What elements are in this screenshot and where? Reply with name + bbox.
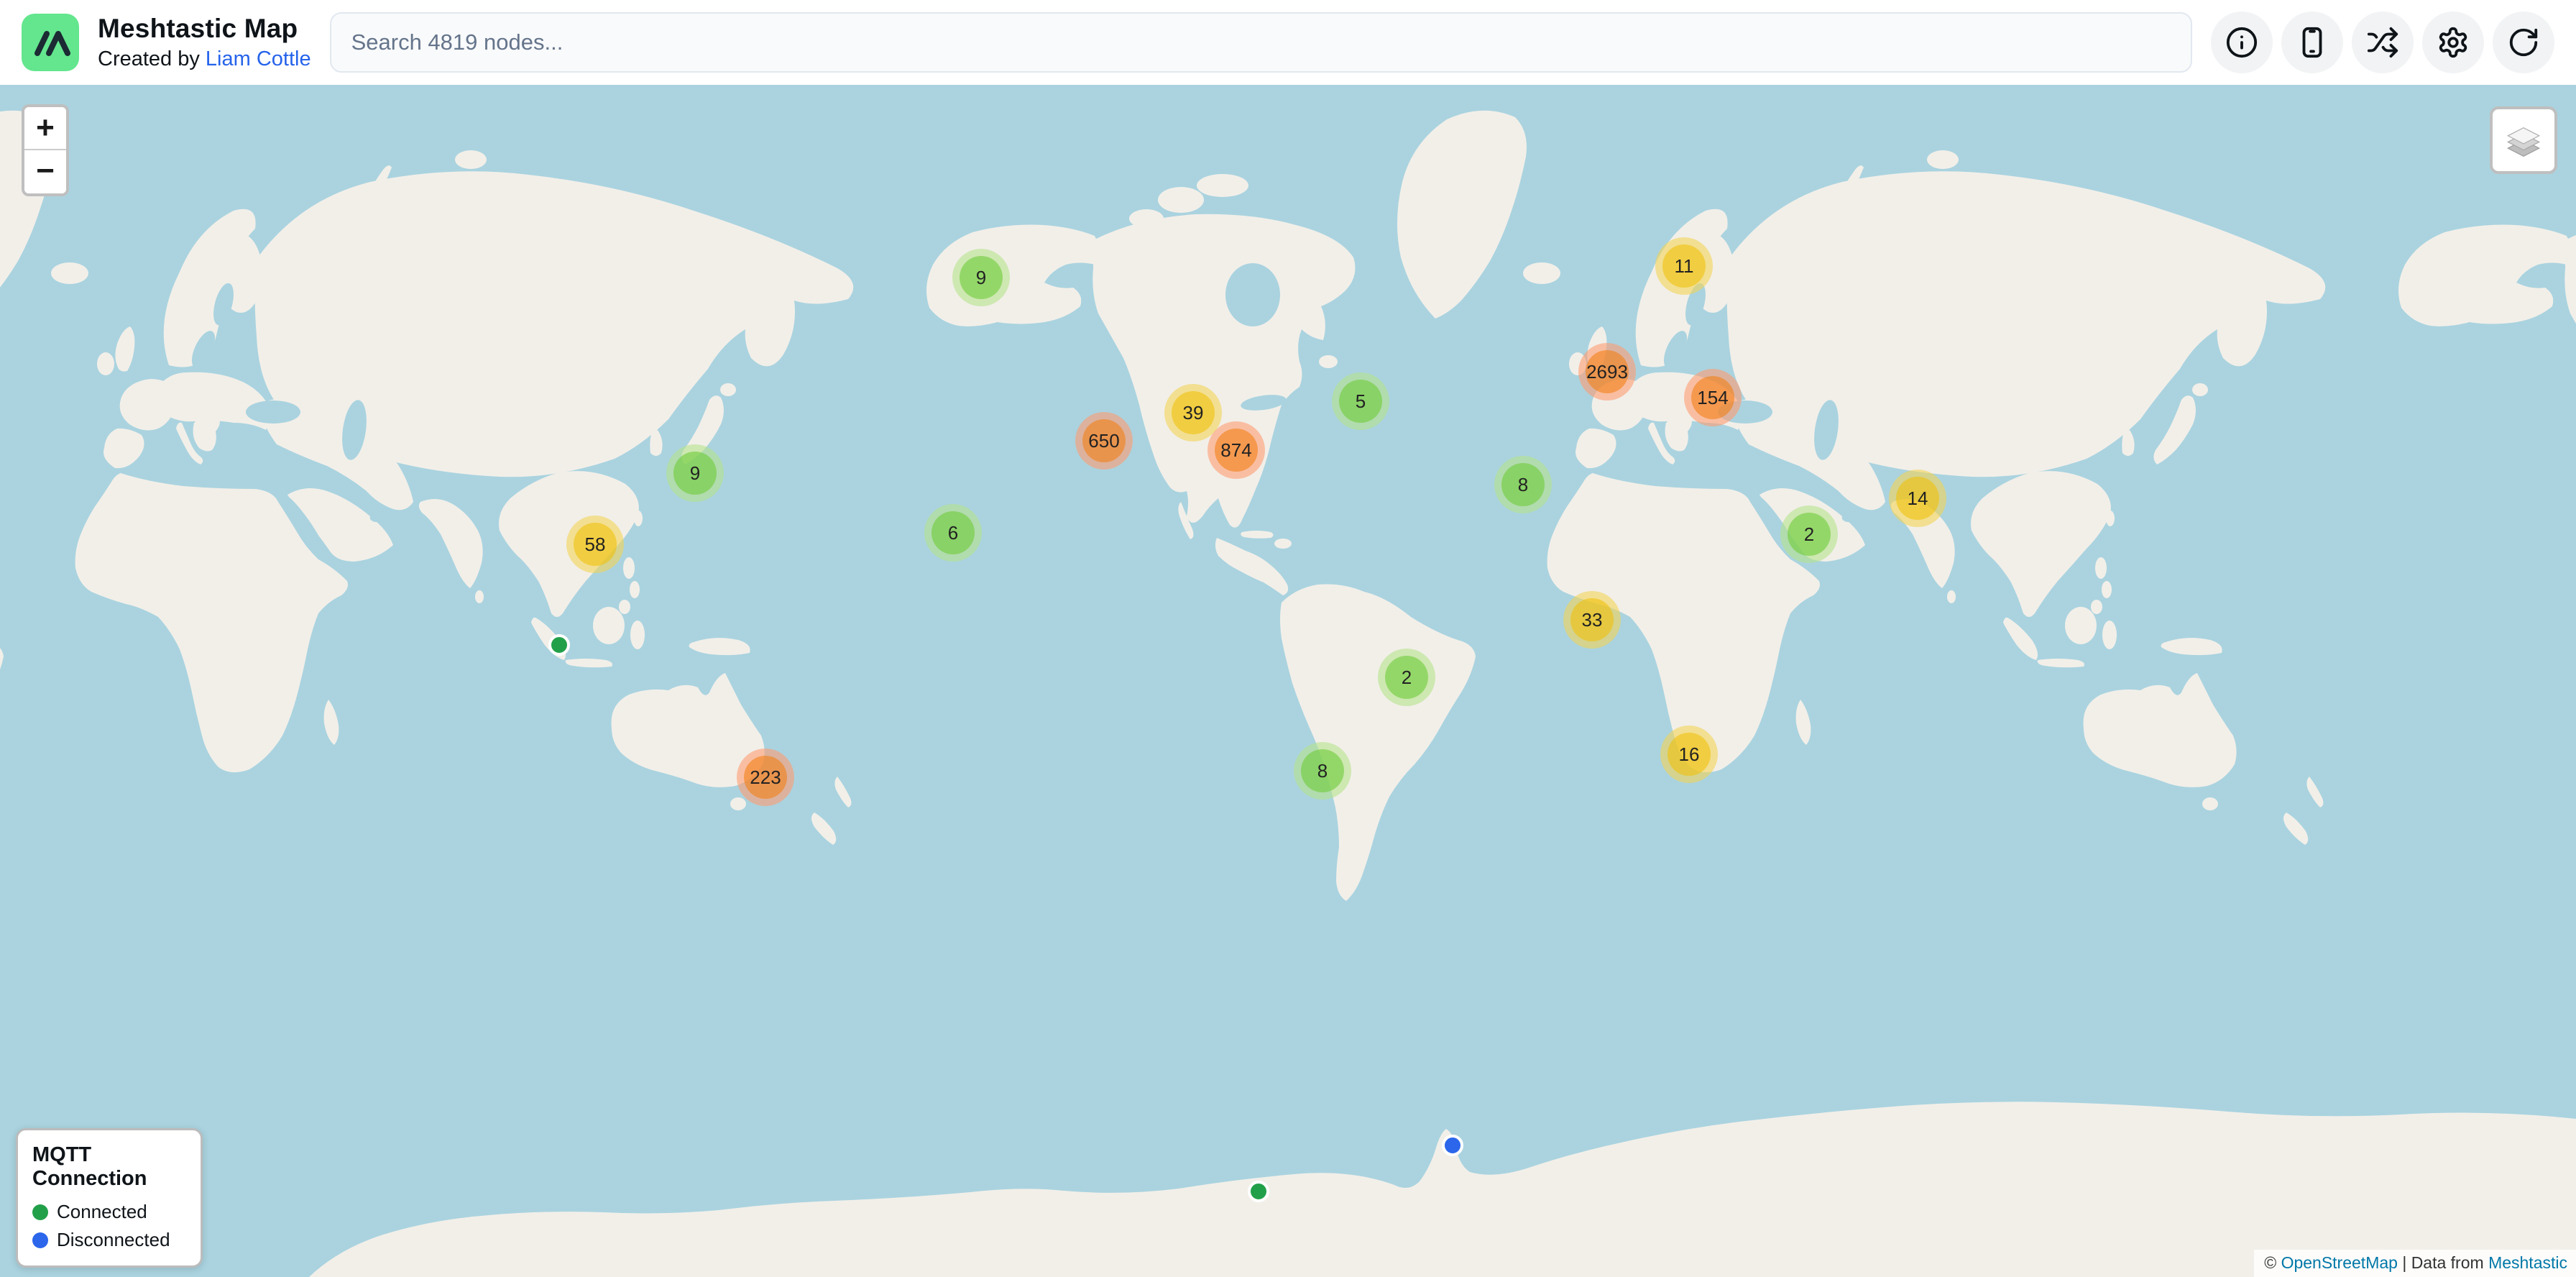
node-cluster[interactable]: 11 [1655,237,1713,295]
cluster-count: 39 [1172,391,1215,434]
attribution: © OpenStreetMap | Data from Meshtastic [2254,1250,2576,1277]
cluster-count: 14 [1896,477,1939,520]
cluster-count: 223 [744,756,787,799]
node-cluster[interactable]: 9 [952,249,1010,306]
node-cluster[interactable]: 223 [737,749,794,806]
shuffle-icon [2366,26,2399,59]
cluster-count: 9 [673,452,717,495]
gear-icon [2437,26,2470,59]
cluster-count: 6 [932,511,975,554]
node-cluster[interactable]: 33 [1563,591,1621,649]
node-cluster[interactable]: 874 [1208,421,1265,479]
cluster-count: 874 [1215,429,1258,472]
node-cluster[interactable]: 2 [1780,505,1838,563]
cluster-count: 650 [1082,419,1126,462]
node-cluster[interactable]: 14 [1889,470,1946,527]
app-header: Meshtastic Map Created by Liam Cottle [0,0,2576,85]
cluster-count: 16 [1668,733,1711,776]
node-cluster[interactable]: 8 [1294,742,1351,800]
cluster-count: 33 [1570,598,1614,641]
search-input[interactable] [330,12,2192,73]
settings-button[interactable] [2422,12,2484,73]
legend-dot-icon [32,1232,48,1248]
legend-dot-icon [32,1204,48,1220]
cluster-count: 2693 [1586,350,1629,393]
device-button[interactable] [2281,12,2343,73]
smartphone-icon [2296,26,2329,59]
info-icon [2225,26,2258,59]
page-title: Meshtastic Map [98,14,311,45]
zoom-in-button[interactable]: + [24,107,66,150]
legend-item: Disconnected [32,1229,186,1251]
node-cluster[interactable]: 6 [924,504,982,562]
cluster-count: 8 [1501,463,1545,506]
node-marker-connected[interactable] [1248,1181,1269,1202]
node-cluster[interactable]: 58 [566,516,624,573]
node-cluster[interactable]: 154 [1684,369,1742,426]
cluster-count: 2 [1385,656,1428,699]
random-node-button[interactable] [2352,12,2414,73]
header-buttons [2211,12,2554,73]
world-map-tiles [0,85,2576,1277]
node-marker-disconnected[interactable] [1442,1135,1463,1156]
node-cluster[interactable]: 8 [1494,456,1552,513]
info-button[interactable] [2211,12,2273,73]
node-cluster[interactable]: 9 [666,444,724,502]
byline: Created by Liam Cottle [98,47,311,71]
cluster-count: 9 [960,256,1003,299]
refresh-button[interactable] [2493,12,2554,73]
legend-label: Connected [57,1201,147,1223]
node-cluster[interactable]: 5 [1332,372,1389,430]
layers-icon [2501,118,2546,163]
zoom-control: + − [22,104,69,196]
cluster-count: 8 [1301,749,1344,792]
cluster-count: 154 [1691,376,1734,419]
meshtastic-logo-icon [22,14,79,71]
zoom-out-button[interactable]: − [24,150,66,193]
node-cluster[interactable]: 2 [1378,649,1435,706]
cluster-count: 58 [574,523,617,566]
layers-button[interactable] [2490,106,2557,174]
node-marker-connected[interactable] [548,634,570,656]
legend-item: Connected [32,1201,186,1223]
meshtastic-link[interactable]: Meshtastic [2488,1253,2567,1272]
osm-link[interactable]: OpenStreetMap [2281,1253,2398,1272]
author-link[interactable]: Liam Cottle [206,47,311,70]
node-cluster[interactable]: 2693 [1578,343,1636,401]
legend-title: MQTT Connection [32,1143,186,1191]
mqtt-legend: MQTT Connection Connected Disconnected [16,1128,203,1268]
cluster-count: 11 [1662,244,1706,288]
node-cluster[interactable]: 16 [1660,726,1718,783]
refresh-icon [2507,26,2540,59]
cluster-count: 5 [1339,380,1382,423]
cluster-count: 2 [1788,513,1831,556]
node-cluster[interactable]: 650 [1075,412,1133,470]
title-block: Meshtastic Map Created by Liam Cottle [98,14,311,71]
legend-label: Disconnected [57,1229,170,1251]
map-canvas[interactable]: 911269315439650874582149586332816223 + −… [0,85,2576,1277]
